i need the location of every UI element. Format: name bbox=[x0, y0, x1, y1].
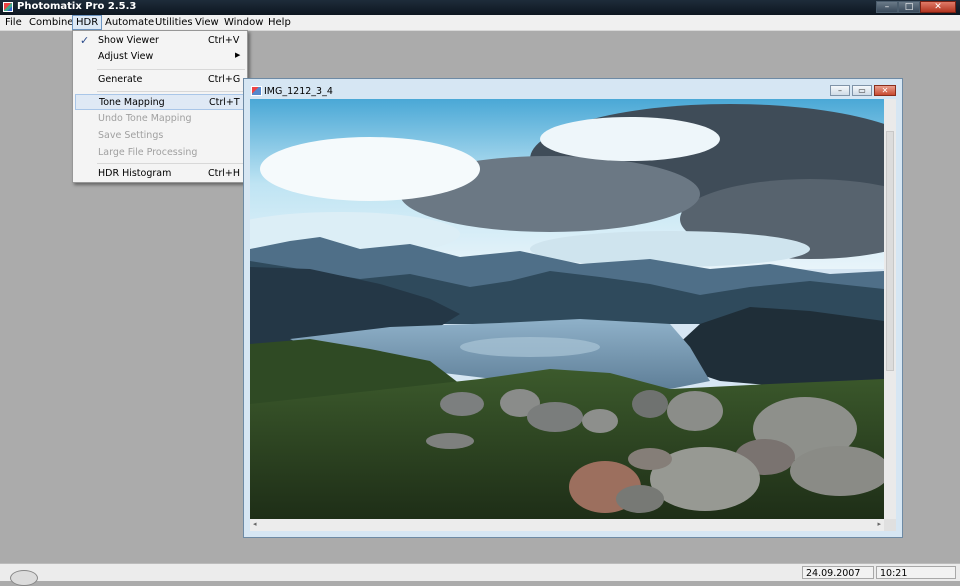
hdr-photo-landscape bbox=[250, 99, 884, 519]
image-window-minimize-button[interactable]: – bbox=[830, 85, 850, 96]
image-window-title: IMG_1212_3_4 bbox=[264, 86, 333, 97]
menu-item-label: Adjust View bbox=[98, 51, 154, 62]
horizontal-scrollbar[interactable]: ◂ ▸ bbox=[250, 519, 884, 531]
app-title: Photomatix Pro 2.5.3 bbox=[17, 1, 137, 12]
menu-combine[interactable]: Combine bbox=[26, 16, 76, 29]
image-window-icon bbox=[251, 86, 262, 96]
menu-bar: File Combine HDR Automate Utilities View… bbox=[0, 15, 960, 31]
menu-help[interactable]: Help bbox=[265, 16, 294, 29]
menu-item-shortcut: Ctrl+V bbox=[208, 35, 240, 46]
menu-item-label: HDR Histogram bbox=[98, 168, 172, 179]
menu-item-label: Show Viewer bbox=[98, 35, 159, 46]
menu-item-tone-mapping[interactable]: Tone Mapping Ctrl+T bbox=[75, 94, 245, 110]
menu-item-label: Undo Tone Mapping bbox=[98, 113, 192, 124]
menu-separator bbox=[97, 163, 245, 164]
vertical-scrollbar[interactable] bbox=[884, 99, 896, 519]
menu-item-hdr-histogram[interactable]: HDR Histogram Ctrl+H bbox=[75, 166, 245, 182]
image-window: IMG_1212_3_4 – ▭ ✕ ◂ ▸ bbox=[243, 78, 903, 538]
menu-separator bbox=[97, 91, 245, 92]
menu-item-shortcut: Ctrl+G bbox=[208, 74, 241, 85]
menu-item-undo-tone-mapping: Undo Tone Mapping bbox=[75, 111, 245, 127]
menu-item-generate[interactable]: Generate Ctrl+G bbox=[75, 72, 245, 88]
menu-item-label: Save Settings bbox=[98, 130, 164, 141]
menu-item-shortcut: Ctrl+T bbox=[209, 97, 240, 108]
status-indicator-icon bbox=[10, 570, 38, 586]
scroll-left-icon[interactable]: ◂ bbox=[253, 520, 257, 528]
menu-item-save-settings: Save Settings bbox=[75, 128, 245, 144]
menu-view[interactable]: View bbox=[192, 16, 222, 29]
scrollbar-corner bbox=[884, 519, 896, 531]
check-icon: ✓ bbox=[80, 34, 90, 47]
menu-item-large-file-processing: Large File Processing bbox=[75, 145, 245, 161]
menu-item-label: Large File Processing bbox=[98, 147, 198, 158]
status-date: 24.09.2007 bbox=[802, 566, 874, 579]
hdr-dropdown-menu: ✓ Show Viewer Ctrl+V Adjust View ▶ Gener… bbox=[72, 30, 248, 183]
menu-automate[interactable]: Automate bbox=[102, 16, 157, 29]
menu-hdr[interactable]: HDR bbox=[72, 15, 103, 30]
app-title-bar: Photomatix Pro 2.5.3 – □ ✕ bbox=[0, 0, 960, 15]
status-time: 10:21 bbox=[876, 566, 956, 579]
submenu-arrow-icon: ▶ bbox=[235, 51, 241, 59]
menu-utilities[interactable]: Utilities bbox=[152, 16, 196, 29]
image-window-close-button[interactable]: ✕ bbox=[874, 85, 896, 96]
menu-file[interactable]: File bbox=[2, 16, 25, 29]
minimize-button[interactable]: – bbox=[876, 1, 898, 13]
scroll-right-icon[interactable]: ▸ bbox=[877, 520, 881, 528]
maximize-button[interactable]: □ bbox=[898, 1, 920, 13]
app-icon bbox=[3, 2, 13, 12]
menu-window[interactable]: Window bbox=[221, 16, 266, 29]
vertical-scroll-thumb[interactable] bbox=[886, 131, 894, 371]
menu-item-show-viewer[interactable]: ✓ Show Viewer Ctrl+V bbox=[75, 33, 245, 49]
menu-item-label: Tone Mapping bbox=[99, 97, 165, 108]
menu-item-adjust-view[interactable]: Adjust View ▶ bbox=[75, 49, 245, 65]
image-window-maximize-button[interactable]: ▭ bbox=[852, 85, 872, 96]
status-bar: 24.09.2007 10:21 bbox=[0, 563, 960, 586]
menu-item-shortcut: Ctrl+H bbox=[208, 168, 241, 179]
close-button[interactable]: ✕ bbox=[920, 1, 956, 13]
menu-separator bbox=[97, 69, 245, 70]
menu-item-label: Generate bbox=[98, 74, 143, 85]
